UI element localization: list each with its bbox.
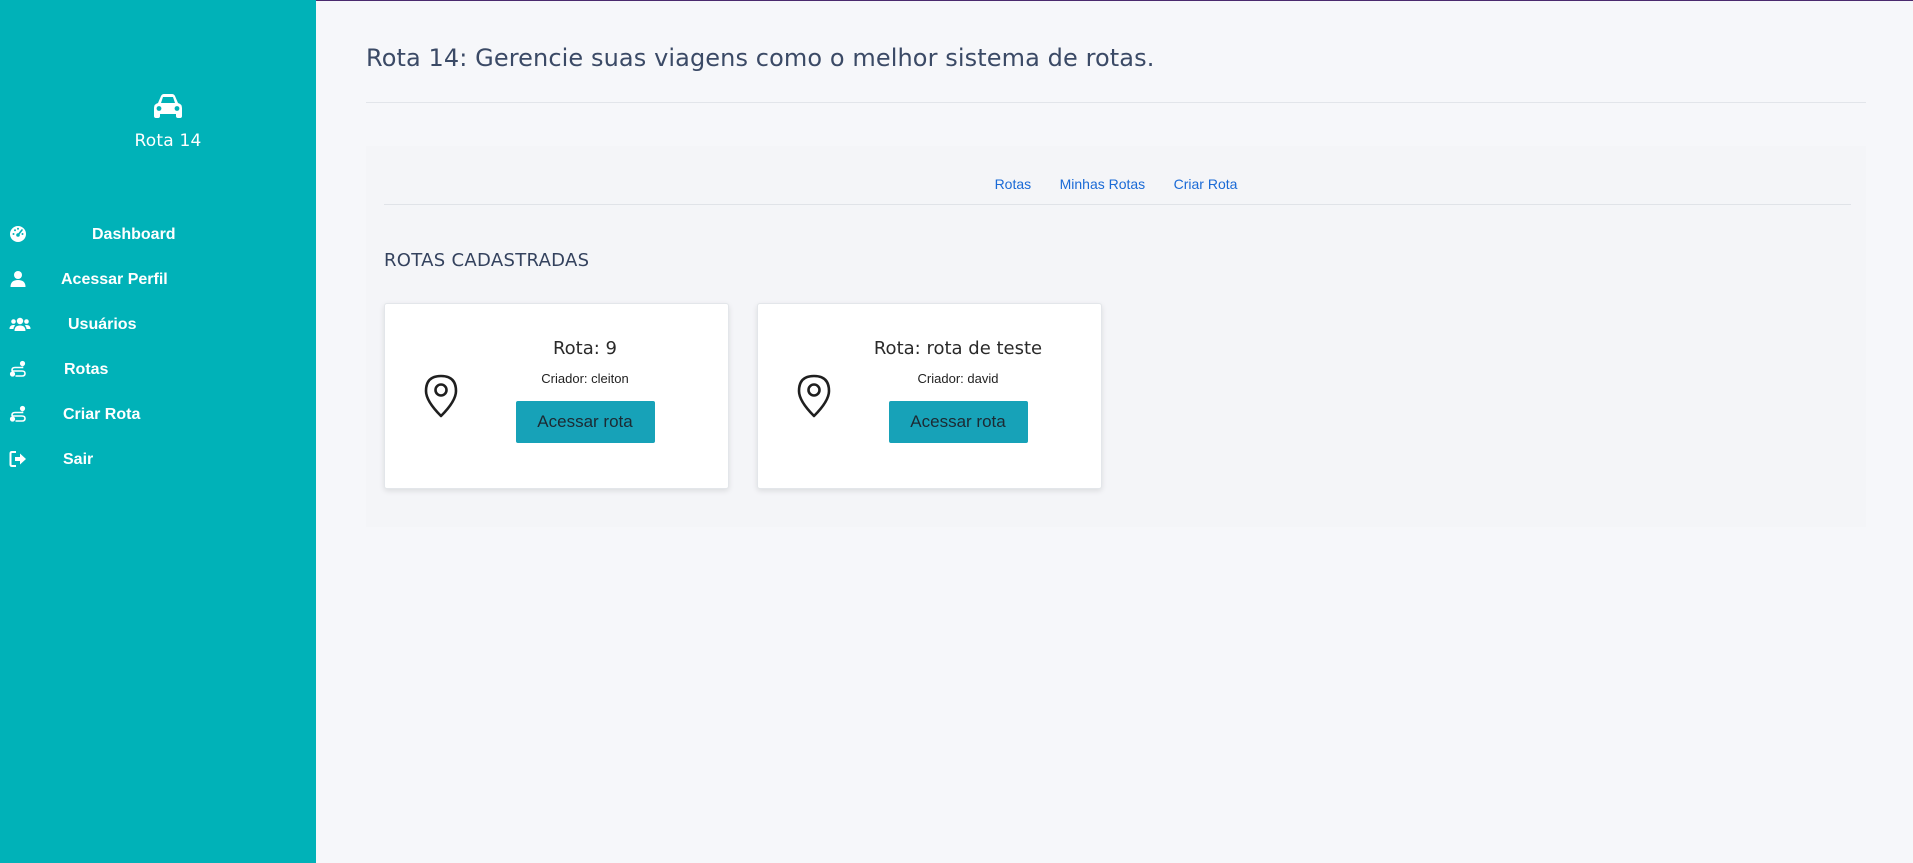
route-card-body: Rota: 9 Criador: cleiton Acessar rota: [505, 338, 665, 443]
route-title: Rota: 9: [552, 338, 618, 359]
users-icon: [9, 317, 31, 331]
sidebar-item-label: Criar Rota: [63, 406, 141, 423]
tabs-divider: [384, 204, 1851, 205]
tab-minhas-rotas[interactable]: Minhas Rotas: [1060, 176, 1146, 192]
page-title: Rota 14: Gerencie suas viagens como o me…: [366, 44, 1155, 72]
car-icon: [154, 94, 182, 118]
main-content: Rota 14: Gerencie suas viagens como o me…: [316, 0, 1913, 863]
route-card: Rota: 9 Criador: cleiton Acessar rota: [384, 303, 729, 489]
routes-panel: Rotas Minhas Rotas Criar Rota ROTAS CADA…: [366, 146, 1866, 527]
sidebar-item-label: Rotas: [64, 361, 109, 378]
sidebar-item-label: Dashboard: [92, 226, 176, 243]
sidebar-item-label: Usuários: [68, 316, 137, 333]
sidebar-item-sair[interactable]: Sair: [0, 442, 316, 487]
sidebar-item-dashboard[interactable]: Dashboard: [0, 217, 316, 262]
map-pin-icon: [424, 374, 458, 418]
sidebar: Rota 14 Dashboard Acessar Perfil Usuário…: [0, 0, 316, 863]
route-tabs: Rotas Minhas Rotas Criar Rota: [366, 176, 1866, 194]
route-creator: Criador: cleiton: [541, 371, 629, 386]
route-card: Rota: rota de teste Criador: david Acess…: [757, 303, 1102, 489]
dashboard-icon: [10, 226, 26, 242]
route-icon: [9, 405, 26, 422]
route-card-body: Rota: rota de teste Criador: david Acess…: [874, 338, 1042, 443]
sidebar-brand[interactable]: Rota 14: [10, 92, 326, 151]
sidebar-nav: Dashboard Acessar Perfil Usuários Rotas …: [0, 217, 316, 487]
tab-criar-rota[interactable]: Criar Rota: [1174, 176, 1238, 192]
route-icon: [9, 360, 26, 377]
sidebar-item-label: Acessar Perfil: [61, 271, 168, 288]
sidebar-item-criar-rota[interactable]: Criar Rota: [0, 397, 316, 442]
sidebar-item-usuarios[interactable]: Usuários: [0, 307, 316, 352]
title-divider: [366, 102, 1866, 103]
sidebar-item-acessar-perfil[interactable]: Acessar Perfil: [0, 262, 316, 307]
sign-out-icon: [9, 451, 26, 467]
route-title: Rota: rota de teste: [873, 338, 1043, 359]
acessar-rota-button[interactable]: Acessar rota: [888, 401, 1028, 443]
route-creator: Criador: david: [917, 371, 999, 386]
tab-rotas[interactable]: Rotas: [995, 176, 1032, 192]
brand-name: Rota 14: [134, 131, 202, 151]
user-icon: [10, 271, 26, 287]
map-pin-icon: [797, 374, 831, 418]
sidebar-item-rotas[interactable]: Rotas: [0, 352, 316, 397]
sidebar-item-label: Sair: [63, 451, 94, 468]
acessar-rota-button[interactable]: Acessar rota: [515, 401, 655, 443]
section-title: ROTAS CADASTRADAS: [384, 250, 590, 271]
